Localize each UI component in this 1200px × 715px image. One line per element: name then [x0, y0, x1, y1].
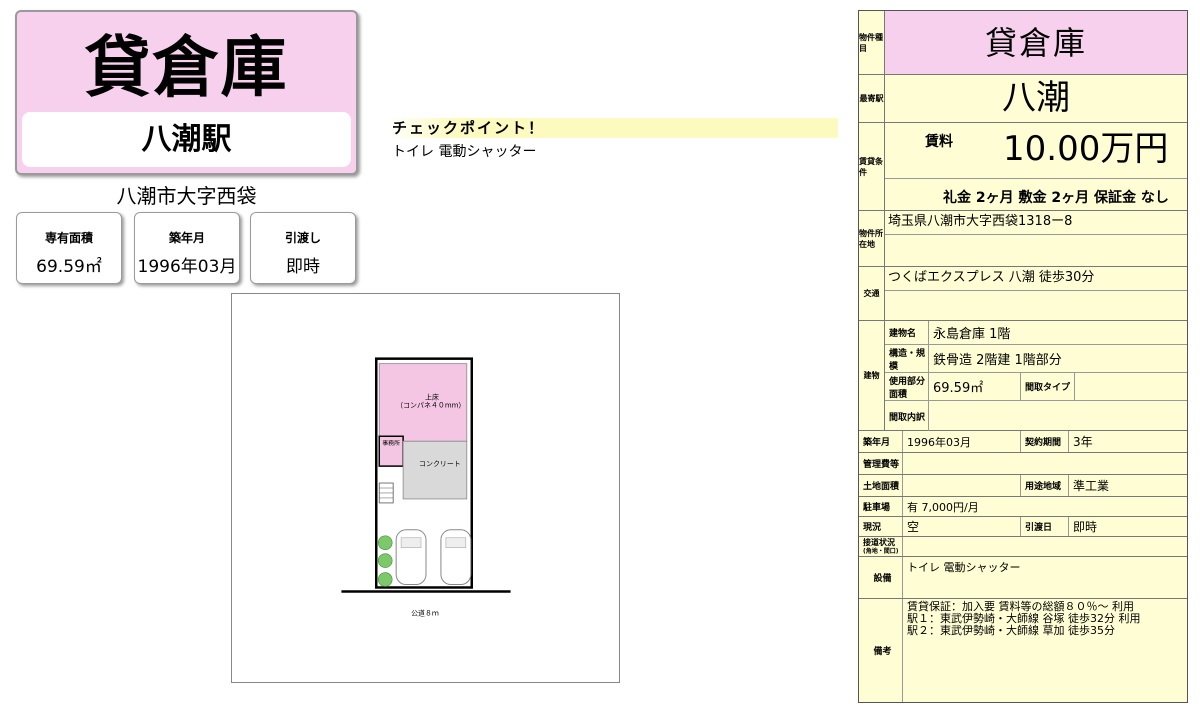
row-property-type: 物件種目 貸倉庫: [859, 11, 1187, 75]
checkpoint-title: チェックポイント！: [386, 118, 838, 138]
label-zoning: 用途地域: [1021, 475, 1069, 496]
row-road-access: 接道状況 (角地・間口): [859, 537, 1187, 557]
info-card-value: 即時: [286, 257, 320, 277]
label-layout-detail: 間取内訳: [885, 401, 929, 431]
row-rent-terms: 賃貸条件 賃料 10.00万円 礼金 2ヶ月 敷金 2ヶ月 保証金 なし: [859, 123, 1187, 211]
row-parking: 駐車場 有 7,000円/月: [859, 497, 1187, 517]
office-label: 事務所: [382, 439, 400, 447]
upper-floor-label: 上床: [425, 392, 439, 401]
floor-plan-drawing: 上床 （コンパネ４０mm） 事務所 コンクリート 公道８ｍ: [341, 357, 511, 617]
remarks-list: 賃貸保証：加入要 賃料等の総額８０％～ 利用 駅１：東武伊勢崎・大師線 谷塚 徒…: [907, 601, 1141, 637]
road-label: 公道８ｍ: [411, 608, 439, 617]
info-card-label: 築年月: [168, 231, 205, 245]
tree: [377, 572, 393, 587]
tree: [377, 535, 393, 550]
spec-property-type: 貸倉庫: [984, 24, 1087, 62]
spec-building-name: 永島倉庫 1階: [933, 327, 1011, 342]
label-handover: 引渡日: [1021, 517, 1069, 536]
info-card-label: 引渡し: [284, 231, 321, 245]
info-card-value: 69.59㎡: [36, 257, 102, 277]
address-short: 八潮市大字西袋: [116, 184, 257, 208]
row-equipment: 設備 トイレ 電動シャッター: [859, 557, 1187, 599]
label-transport: 交通: [859, 267, 885, 320]
spec-status: 空: [903, 517, 1021, 536]
spec-transport: つくばエクスプレス 八潮 徒歩30分: [888, 270, 1095, 285]
property-type-title: 貸倉庫: [84, 29, 289, 106]
spec-built: 1996年03月: [903, 431, 1021, 452]
tree: [377, 553, 393, 568]
spec-table: 物件種目 貸倉庫 最寄駅 八潮 賃貸条件 賃料 10.00万円 礼金 2ヶ月 敷…: [858, 10, 1188, 703]
spec-usage-area: 69.59㎡: [929, 373, 1021, 400]
label-land-area: 土地面積: [859, 475, 903, 496]
rent-label: 賃料: [925, 134, 953, 150]
station-box: 八潮駅: [22, 112, 351, 167]
label-property-type: 物件種目: [859, 11, 885, 74]
label-management-fee: 管理費等: [859, 453, 903, 474]
label-built: 築年月: [859, 431, 903, 452]
label-location: 物件所在地: [859, 211, 885, 266]
spec-structure: 鉄骨造 2階建 1階部分: [933, 353, 1062, 368]
label-usage-area: 使用部分面積: [885, 373, 929, 400]
label-building-name: 建物名: [885, 321, 929, 344]
label-structure: 構造・規模: [885, 345, 929, 372]
label-building: 建物: [859, 321, 885, 430]
label-contract-period: 契約期間: [1021, 431, 1069, 452]
info-card-area: 専有面積 69.59㎡: [16, 212, 122, 284]
spec-handover: 即時: [1073, 520, 1098, 534]
row-nearest-station: 最寄駅 八潮: [859, 75, 1187, 123]
spec-location: 埼玉県八潮市大字西袋1318ー8: [888, 214, 1073, 229]
label-parking: 駐車場: [859, 497, 903, 516]
row-land-area: 土地面積 用途地域 準工業: [859, 475, 1187, 497]
spec-parking: 有 7,000円/月: [907, 500, 979, 514]
upper-floor-note: （コンパネ４０mm）: [396, 401, 465, 409]
concrete-label: コンクリート: [419, 460, 461, 468]
label-remarks: 備考: [859, 599, 903, 702]
label-equipment: 設備: [859, 557, 903, 598]
label-nearest-station: 最寄駅: [859, 75, 885, 122]
info-card-handover: 引渡し 即時: [250, 212, 356, 284]
info-card-label: 専有面積: [44, 231, 93, 245]
floor-plan: 上床 （コンパネ４０mm） 事務所 コンクリート 公道８ｍ: [231, 293, 620, 683]
checkpoint-text: トイレ 電動シャッター: [392, 144, 537, 160]
fees-text: 礼金 2ヶ月 敷金 2ヶ月 保証金 なし: [943, 190, 1169, 206]
info-card-built: 築年月 1996年03月: [134, 212, 240, 284]
row-location: 物件所在地 埼玉県八潮市大字西袋1318ー8: [859, 211, 1187, 267]
info-card-value: 1996年03月: [137, 257, 237, 277]
label-status: 現況: [859, 517, 903, 536]
row-management-fee: 管理費等: [859, 453, 1187, 475]
row-built: 築年月 1996年03月 契約期間 3年: [859, 431, 1187, 453]
label-layout-type: 間取タイプ: [1021, 373, 1075, 400]
label-road-access-sub: (角地・間口): [863, 547, 899, 555]
concrete-area: [402, 440, 468, 500]
spec-contract-period: 3年: [1073, 435, 1093, 449]
label-rent-terms: 賃貸条件: [859, 123, 885, 210]
spec-nearest-station: 八潮: [1002, 78, 1070, 118]
rent-value: 10.00万円: [1003, 129, 1169, 169]
row-transport: 交通 つくばエクスプレス 八潮 徒歩30分: [859, 267, 1187, 321]
remarks-line: 駅２：東武伊勢崎・大師線 草加 徒歩35分: [907, 624, 1115, 637]
spec-zoning: 準工業: [1073, 479, 1110, 493]
row-status: 現況 空 引渡日 即時: [859, 517, 1187, 537]
spec-equipment: トイレ 電動シャッター: [907, 561, 1021, 574]
station-name: 八潮駅: [141, 122, 232, 157]
row-building: 建物 建物名 永島倉庫 1階 構造・規模 鉄骨造 2階建 1階部分 使用部分面積…: [859, 321, 1187, 431]
label-road-access: 接道状況: [863, 537, 895, 547]
row-remarks: 備考 賃貸保証：加入要 賃料等の総額８０％～ 利用 駅１：東武伊勢崎・大師線 谷…: [859, 599, 1187, 702]
property-type-card: 貸倉庫 八潮駅: [15, 10, 358, 175]
